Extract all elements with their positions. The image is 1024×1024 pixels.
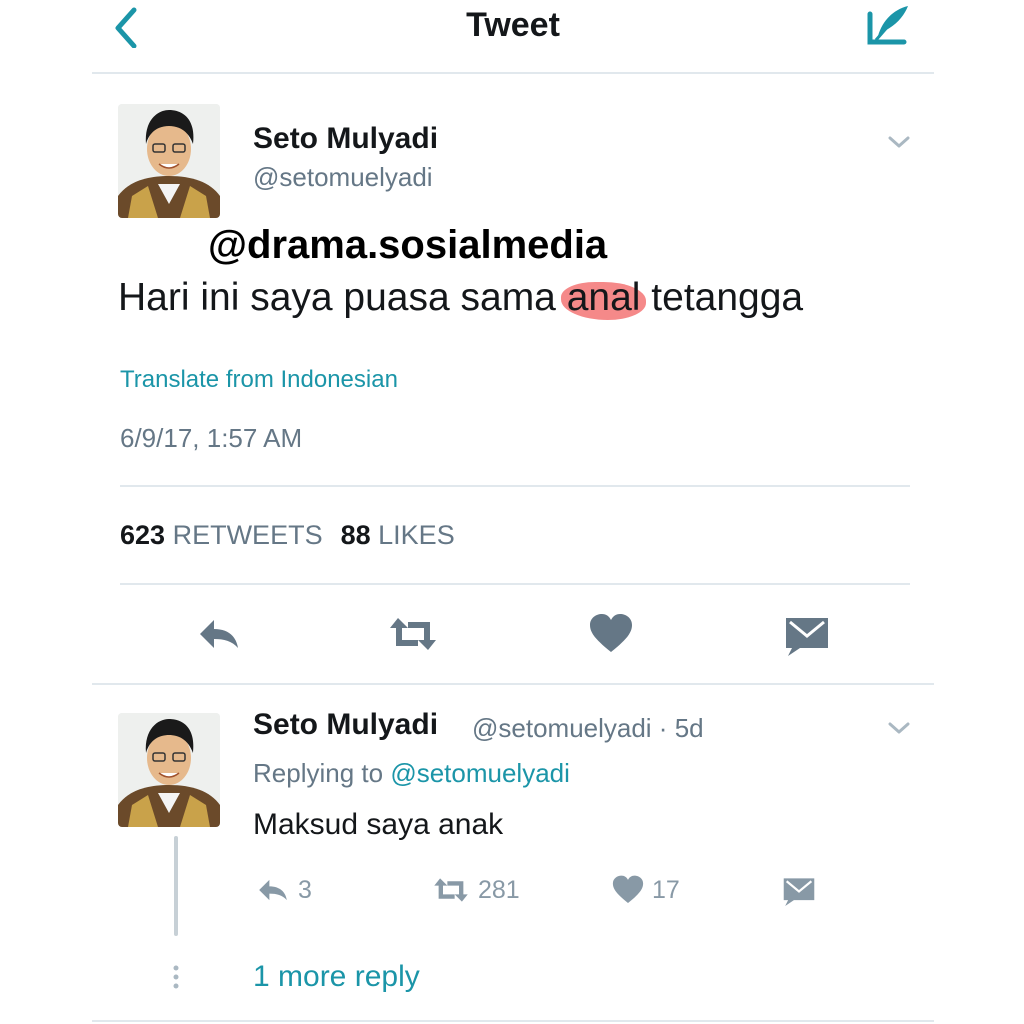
replying-to-mention[interactable]: @setomuelyadi bbox=[390, 758, 570, 788]
reply-retweet-button[interactable]: 281 bbox=[430, 870, 520, 910]
more-replies-link[interactable]: 1 more reply bbox=[253, 960, 420, 994]
page-title: Tweet bbox=[466, 6, 560, 44]
reply-handle-time[interactable]: @setomuelyadi · 5d bbox=[472, 713, 704, 744]
more-dots-icon bbox=[173, 965, 179, 989]
tweet-timestamp: 6/9/17, 1:57 AM bbox=[120, 423, 303, 453]
retweet-icon bbox=[390, 618, 436, 650]
top-bar: Tweet bbox=[92, 0, 934, 74]
like-button[interactable] bbox=[586, 612, 636, 656]
highlighted-word: anal bbox=[560, 276, 647, 320]
likes-stat[interactable]: 88 LIKES bbox=[341, 520, 455, 550]
reply-avatar[interactable] bbox=[118, 713, 220, 827]
like-count: 17 bbox=[652, 875, 680, 904]
retweet-button[interactable] bbox=[388, 612, 438, 656]
avatar-image bbox=[118, 713, 220, 827]
reply-icon bbox=[259, 879, 287, 901]
avatar[interactable] bbox=[118, 104, 220, 218]
reply-author-name[interactable]: Seto Mulyadi bbox=[253, 708, 438, 742]
message-icon bbox=[783, 878, 815, 906]
reply-message-button[interactable] bbox=[780, 870, 818, 910]
reply-reply-button[interactable]: 3 bbox=[254, 870, 312, 910]
author-name[interactable]: Seto Mulyadi bbox=[253, 122, 438, 156]
compose-icon bbox=[867, 6, 908, 45]
retweet-count: 281 bbox=[478, 875, 520, 904]
chevron-down-icon bbox=[888, 722, 910, 734]
message-icon bbox=[786, 618, 828, 656]
engagement-stats: 623 RETWEETS 88 LIKES bbox=[120, 520, 455, 551]
reply-count: 3 bbox=[298, 875, 312, 904]
retweets-stat[interactable]: 623 RETWEETS bbox=[120, 520, 323, 550]
watermark-text: @drama.sosialmedia bbox=[208, 223, 608, 267]
tweet-detail-screen: Tweet Seto Mulyadi @setomuelyadi @drama.… bbox=[92, 0, 934, 1024]
reply-like-button[interactable]: 17 bbox=[610, 870, 680, 910]
heart-icon bbox=[590, 614, 632, 652]
reply-text: Maksud saya anak bbox=[253, 808, 504, 841]
replying-to: Replying to @setomuelyadi bbox=[253, 758, 570, 788]
chevron-down-icon bbox=[888, 136, 910, 148]
avatar-image bbox=[118, 104, 220, 218]
tweet-text-end: tetangga bbox=[640, 276, 804, 319]
reply-icon bbox=[200, 620, 238, 648]
reply-options-button[interactable] bbox=[882, 716, 916, 740]
author-handle[interactable]: @setomuelyadi bbox=[253, 162, 433, 193]
tweet-options-button[interactable] bbox=[882, 130, 916, 154]
thread-line bbox=[174, 836, 178, 936]
divider bbox=[120, 485, 910, 487]
translate-link[interactable]: Translate from Indonesian bbox=[120, 366, 398, 394]
divider bbox=[120, 583, 910, 585]
heart-icon bbox=[612, 875, 644, 903]
reply-button[interactable] bbox=[194, 612, 244, 656]
section-divider bbox=[92, 683, 934, 685]
direct-message-button[interactable] bbox=[782, 612, 832, 656]
tweet-text-start: Hari ini saya puasa sama bbox=[118, 276, 567, 319]
tweet-text: Hari ini saya puasa sama anal tetangga bbox=[118, 276, 803, 320]
compose-button[interactable] bbox=[864, 2, 914, 48]
retweet-icon bbox=[434, 878, 468, 902]
bottom-divider bbox=[92, 1020, 934, 1022]
